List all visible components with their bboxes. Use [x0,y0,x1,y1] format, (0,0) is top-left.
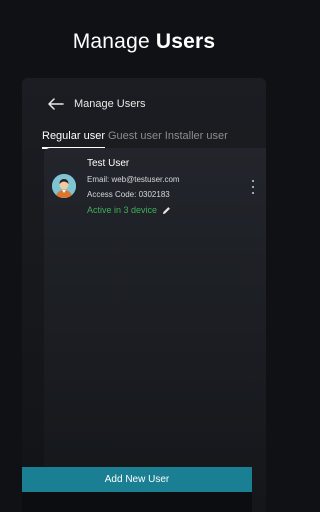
promo-title-regular: Manage [72,30,156,53]
user-access-code: Access Code: 0302183 [87,190,170,199]
pencil-icon[interactable] [162,206,171,215]
more-vertical-icon[interactable] [250,180,256,194]
tab-regular-user[interactable]: Regular user [42,130,105,149]
arrow-left-icon[interactable] [48,98,64,110]
kebab-dot [252,180,254,182]
bottom-strip [22,492,252,512]
app-screen: Manage Users Regular user Guest user Ins… [22,78,266,512]
promo-title: Manage Users [0,30,288,54]
promo-title-bold: Users [155,30,216,53]
tab-guest-user[interactable]: Guest user [108,130,162,149]
app-header: Manage Users [48,94,266,114]
user-list-panel: Test User Email: web@testuser.com Access… [44,148,266,512]
kebab-dot [252,192,254,194]
user-card[interactable]: Test User Email: web@testuser.com Access… [44,156,266,220]
user-avatar-icon [52,174,76,198]
user-active-status: Active in 3 device [87,205,171,215]
tab-installer-user[interactable]: Installer user [165,130,228,149]
header-title: Manage Users [74,98,146,110]
user-email: Email: web@testuser.com [87,175,180,184]
kebab-dot [252,186,254,188]
user-type-tabs: Regular user Guest user Installer user [42,130,266,149]
user-active-label: Active in 3 device [87,205,158,215]
add-new-user-button[interactable]: Add New User [22,467,252,492]
user-name: Test User [87,158,130,169]
